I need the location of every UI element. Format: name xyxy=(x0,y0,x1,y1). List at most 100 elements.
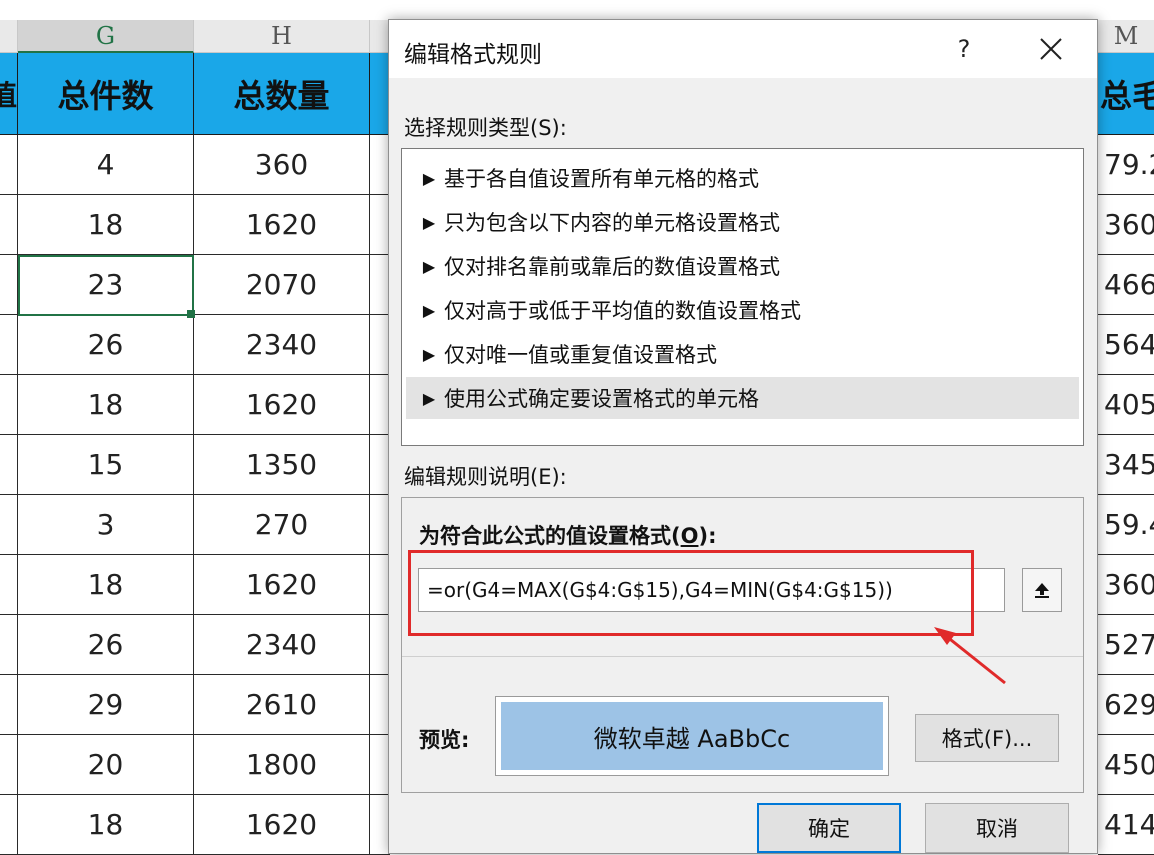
cell-total-pieces[interactable]: 4 xyxy=(18,135,194,195)
cell-total-pieces[interactable]: 20 xyxy=(18,735,194,795)
cell-total-quantity[interactable]: 2070 xyxy=(194,255,370,315)
select-rule-type-label: 选择规则类型(S): xyxy=(404,116,567,140)
column-header-m[interactable]: M xyxy=(1098,20,1154,53)
column-header-g[interactable]: G xyxy=(18,20,194,53)
cell-total-gross-weight[interactable]: 405 xyxy=(1098,375,1154,435)
rule-type-item[interactable]: ▶ 仅对排名靠前或靠后的数值设置格式 xyxy=(406,245,1079,287)
header-cell-total-pieces[interactable]: 总件数 xyxy=(18,53,194,135)
dialog-title: 编辑格式规则 xyxy=(404,42,542,68)
rule-type-item[interactable]: ▶ 基于各自值设置所有单元格的格式 xyxy=(406,157,1079,199)
rule-type-label: 基于各自值设置所有单元格的格式 xyxy=(444,167,759,191)
cell-total-gross-weight[interactable]: 527. xyxy=(1098,615,1154,675)
cell-i[interactable] xyxy=(370,315,390,375)
cell-total-pieces[interactable]: 18 xyxy=(18,795,194,855)
cell-f[interactable] xyxy=(0,555,18,615)
cell-f[interactable] xyxy=(0,675,18,735)
cell-total-quantity[interactable]: 2340 xyxy=(194,315,370,375)
format-button[interactable]: 格式(F)... xyxy=(915,714,1059,762)
cell-total-quantity[interactable]: 1620 xyxy=(194,555,370,615)
header-cell-f[interactable]: 值 xyxy=(0,53,18,135)
cell-f[interactable] xyxy=(0,135,18,195)
edit-rule-description-label: 编辑规则说明(E): xyxy=(404,465,567,489)
cell-f[interactable] xyxy=(0,615,18,675)
rule-type-item[interactable]: ▶ 使用公式确定要设置格式的单元格 xyxy=(406,377,1079,419)
cell-total-gross-weight[interactable]: 629. xyxy=(1098,675,1154,735)
dialog-title-bar[interactable]: 编辑格式规则 ? xyxy=(389,20,1097,78)
cell-f[interactable] xyxy=(0,375,18,435)
cell-total-quantity[interactable]: 2340 xyxy=(194,615,370,675)
rule-type-list[interactable]: ▶ 基于各自值设置所有单元格的格式 ▶ 只为包含以下内容的单元格设置格式 ▶ 仅对排名靠前… xyxy=(401,148,1084,446)
cell-total-pieces[interactable]: 18 xyxy=(18,555,194,615)
cell-total-pieces[interactable]: 18 xyxy=(18,195,194,255)
cell-total-quantity[interactable]: 360 xyxy=(194,135,370,195)
cell-total-quantity[interactable]: 2610 xyxy=(194,675,370,735)
cell-i[interactable] xyxy=(370,675,390,735)
cell-i[interactable] xyxy=(370,195,390,255)
cell-total-gross-weight[interactable]: 564. xyxy=(1098,315,1154,375)
column-header-f[interactable] xyxy=(0,20,18,53)
cell-f[interactable] xyxy=(0,315,18,375)
cell-total-gross-weight[interactable]: 414 xyxy=(1098,795,1154,855)
help-button[interactable]: ? xyxy=(944,30,984,68)
ok-button[interactable]: 确定 xyxy=(757,803,901,853)
cell-i[interactable] xyxy=(370,255,390,315)
cell-total-pieces[interactable]: 26 xyxy=(18,315,194,375)
cell-i[interactable] xyxy=(370,375,390,435)
fill-handle[interactable] xyxy=(187,310,195,318)
cell-i[interactable] xyxy=(370,795,390,855)
cell-i[interactable] xyxy=(370,495,390,555)
cell-total-gross-weight[interactable]: 450 xyxy=(1098,735,1154,795)
collapse-dialog-button[interactable] xyxy=(1022,568,1062,612)
cell-i[interactable] xyxy=(370,135,390,195)
panel-divider xyxy=(402,656,1083,657)
cell-i[interactable] xyxy=(370,435,390,495)
cell-total-pieces[interactable]: 29 xyxy=(18,675,194,735)
cell-f[interactable] xyxy=(0,495,18,555)
rule-type-label: 仅对高于或低于平均值的数值设置格式 xyxy=(444,299,801,323)
cell-total-gross-weight[interactable]: 345 xyxy=(1098,435,1154,495)
cell-total-gross-weight[interactable]: 59.4 xyxy=(1098,495,1154,555)
cell-f[interactable] xyxy=(0,795,18,855)
cell-total-quantity[interactable]: 1800 xyxy=(194,735,370,795)
header-cell-total-quantity[interactable]: 总数量 xyxy=(194,53,370,135)
formula-label-key: O xyxy=(680,524,699,548)
cell-i[interactable] xyxy=(370,735,390,795)
rule-type-label: 只为包含以下内容的单元格设置格式 xyxy=(444,211,780,235)
triangle-right-icon: ▶ xyxy=(422,300,436,320)
triangle-right-icon: ▶ xyxy=(422,212,436,232)
cell-f[interactable] xyxy=(0,195,18,255)
cell-total-gross-weight[interactable]: 79.2 xyxy=(1098,135,1154,195)
cell-total-gross-weight[interactable]: 466. xyxy=(1098,255,1154,315)
cell-f[interactable] xyxy=(0,735,18,795)
cell-total-quantity[interactable]: 270 xyxy=(194,495,370,555)
cell-total-gross-weight[interactable]: 360 xyxy=(1098,555,1154,615)
cell-f[interactable] xyxy=(0,435,18,495)
header-cell-i[interactable] xyxy=(370,53,390,135)
cell-total-pieces[interactable]: 18 xyxy=(18,375,194,435)
cell-total-quantity[interactable]: 1350 xyxy=(194,435,370,495)
preview-sample: 微软卓越 AaBbCc xyxy=(501,702,883,770)
rule-type-label: 仅对唯一值或重复值设置格式 xyxy=(444,343,717,367)
cell-total-pieces[interactable]: 15 xyxy=(18,435,194,495)
cell-total-quantity[interactable]: 1620 xyxy=(194,795,370,855)
cell-total-pieces[interactable]: 23 xyxy=(18,255,194,315)
close-button[interactable] xyxy=(1029,28,1073,70)
rule-type-item[interactable]: ▶ 仅对唯一值或重复值设置格式 xyxy=(406,333,1079,375)
formula-label-post: ): xyxy=(698,524,717,548)
rule-type-item[interactable]: ▶ 仅对高于或低于平均值的数值设置格式 xyxy=(406,289,1079,331)
header-cell-total-gross-weight[interactable]: 总毛重 xyxy=(1098,53,1154,135)
cell-total-pieces[interactable]: 26 xyxy=(18,615,194,675)
cell-total-quantity[interactable]: 1620 xyxy=(194,375,370,435)
rule-type-item[interactable]: ▶ 只为包含以下内容的单元格设置格式 xyxy=(406,201,1079,243)
cancel-button[interactable]: 取消 xyxy=(925,803,1069,853)
cell-total-pieces[interactable]: 3 xyxy=(18,495,194,555)
triangle-right-icon: ▶ xyxy=(422,388,436,408)
cell-total-gross-weight[interactable]: 360 xyxy=(1098,195,1154,255)
cell-total-quantity[interactable]: 1620 xyxy=(194,195,370,255)
formula-input[interactable] xyxy=(418,568,1005,612)
cell-i[interactable] xyxy=(370,615,390,675)
column-header-i[interactable] xyxy=(370,20,390,53)
column-header-h[interactable]: H xyxy=(194,20,370,53)
cell-f[interactable] xyxy=(0,255,18,315)
cell-i[interactable] xyxy=(370,555,390,615)
